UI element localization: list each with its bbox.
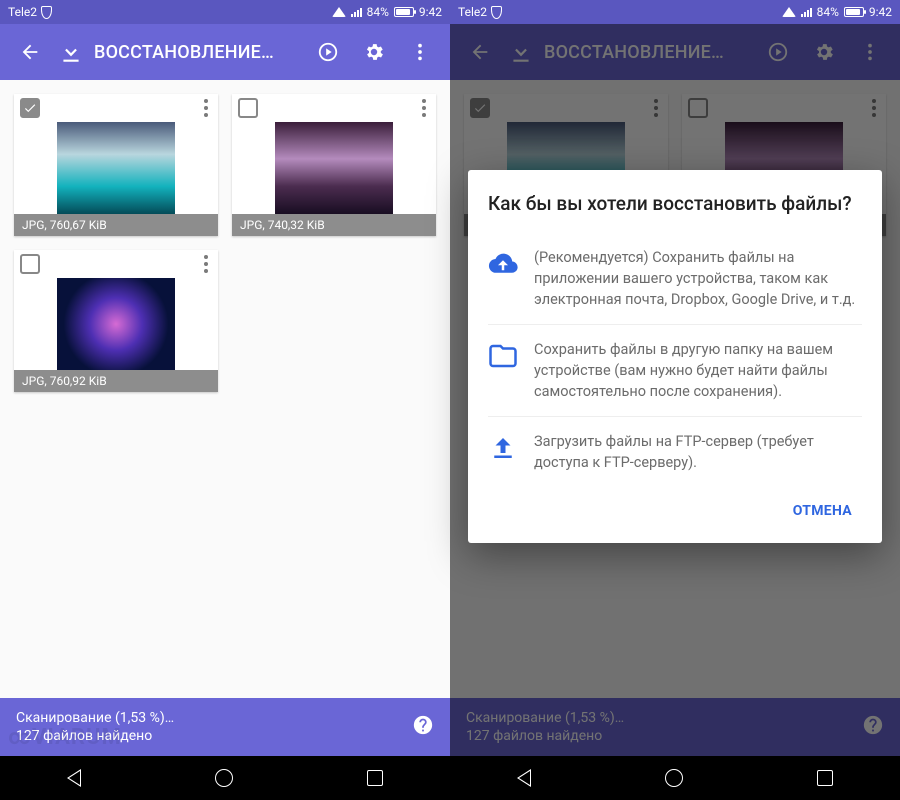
card-menu-icon[interactable] [200,95,212,121]
upload-icon [488,433,518,463]
checkbox[interactable] [20,254,40,274]
battery-percent: 84% [367,5,389,19]
option-ftp[interactable]: Загрузить файлы на FTP-сервер (требует д… [488,416,862,487]
shield-icon [41,6,52,19]
option-text: Сохранить файлы в другую папку на вашем … [534,339,862,402]
scan-progress-text: Сканирование (1,53 %)… [16,710,174,726]
cancel-button[interactable]: ОТМЕНА [783,495,862,527]
option-cloud[interactable]: (Рекомендуется) Сохранить файлы на прило… [488,233,862,324]
option-text: (Рекомендуется) Сохранить файлы на прило… [534,247,862,310]
overflow-button[interactable] [402,34,438,70]
wifi-icon [782,7,796,17]
option-folder[interactable]: Сохранить файлы в другую папку на вашем … [488,324,862,416]
card-menu-icon[interactable] [200,251,212,277]
battery-percent: 84% [817,5,839,19]
file-info: JPG, 740,32 KiB [232,214,436,236]
card-menu-icon[interactable] [418,95,430,121]
settings-button[interactable] [356,34,392,70]
clock: 9:42 [869,5,892,19]
checkbox[interactable] [20,98,40,118]
shield-icon [491,6,502,19]
photo-card[interactable]: JPG, 740,32 KiB [232,94,436,236]
status-bar: Tele2 84% 9:42 [450,0,900,24]
checkbox[interactable] [238,98,258,118]
thumbnail [275,122,393,214]
photo-card[interactable]: JPG, 760,92 KiB [14,250,218,392]
clock: 9:42 [419,5,442,19]
android-nav-bar [450,756,900,800]
nav-home[interactable] [215,769,233,787]
file-info: JPG, 760,92 KiB [14,370,218,392]
nav-home[interactable] [665,769,683,787]
signal-icon [351,8,362,17]
carrier-label: Tele2 [458,5,487,19]
play-button[interactable] [310,34,346,70]
watermark: ∞VIARUM [8,725,122,750]
battery-icon [394,7,414,17]
app-logo-icon [58,39,84,65]
back-button[interactable] [12,34,48,70]
folder-icon [488,341,518,371]
option-text: Загрузить файлы на FTP-сервер (требует д… [534,431,862,473]
status-bar: Tele2 84% 9:42 [0,0,450,24]
file-info: JPG, 760,67 KiB [14,214,218,236]
photo-grid: JPG, 760,67 KiB JPG, 740,32 KiB JPG, 760… [0,80,450,698]
android-nav-bar [0,756,450,800]
restore-dialog: Как бы вы хотели восстановить файлы? (Ре… [468,170,882,543]
signal-icon [801,8,812,17]
nav-recents[interactable] [817,770,833,786]
cloud-upload-icon [488,249,518,279]
thumbnail [57,122,175,214]
wifi-icon [332,7,346,17]
carrier-label: Tele2 [8,5,37,19]
photo-card[interactable]: JPG, 760,67 KiB [14,94,218,236]
help-button[interactable] [412,714,434,740]
nav-recents[interactable] [367,770,383,786]
app-title: ВОССТАНОВЛЕНИЕ… [94,42,300,63]
nav-back[interactable] [67,769,81,787]
battery-icon [844,7,864,17]
dialog-title: Как бы вы хотели восстановить файлы? [488,192,862,217]
nav-back[interactable] [517,769,531,787]
thumbnail [57,278,175,370]
app-bar: ВОССТАНОВЛЕНИЕ… [0,24,450,80]
